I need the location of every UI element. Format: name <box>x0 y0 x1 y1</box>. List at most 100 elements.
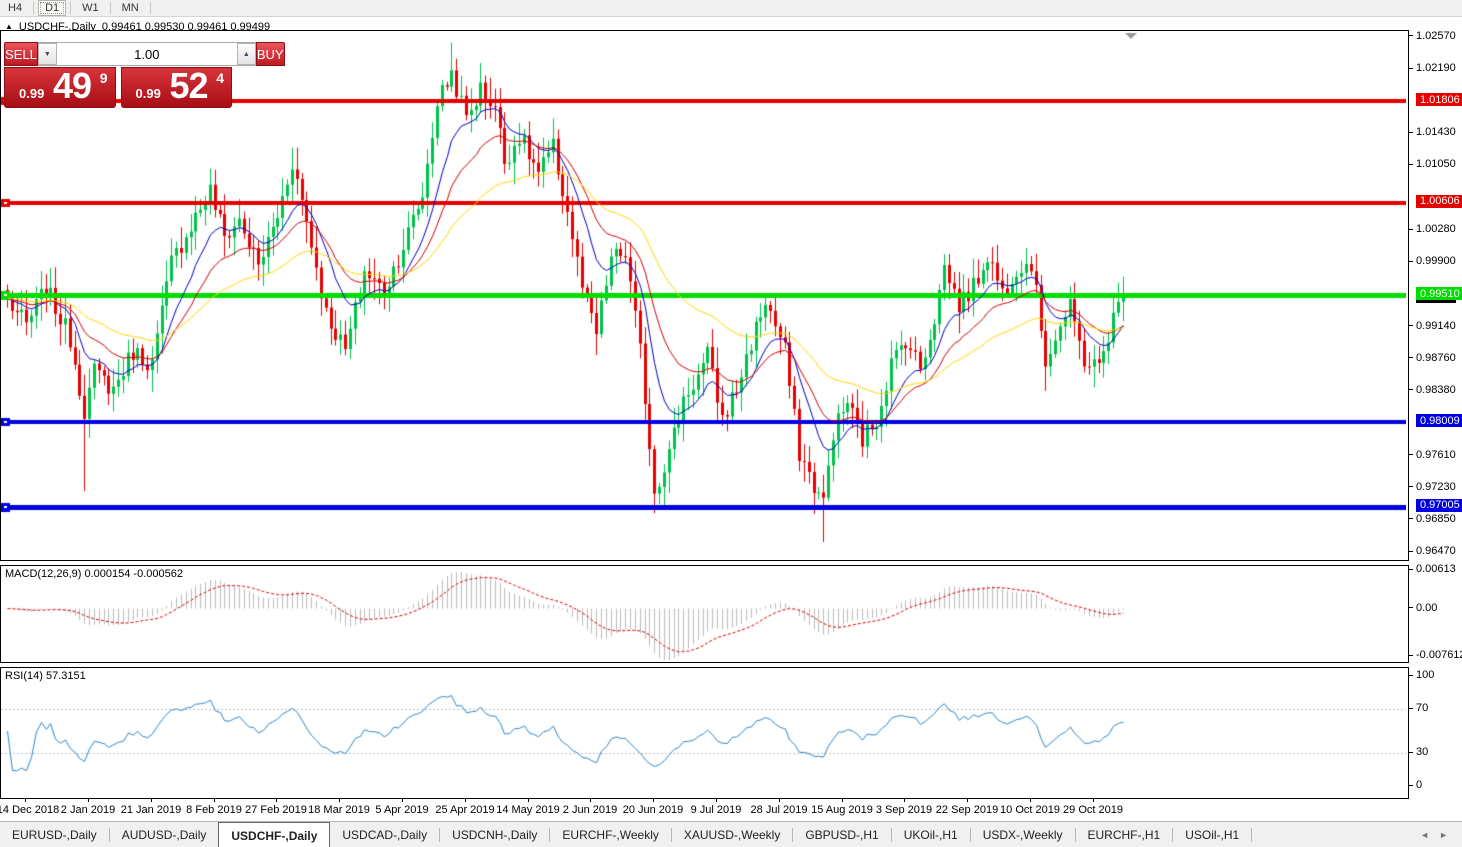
date-tick-mark <box>779 799 780 802</box>
tab-audusd-daily[interactable]: AUDUSD-,Daily <box>110 822 219 847</box>
date-tick-label: 14 Dec 2018 <box>0 804 60 816</box>
timeframe-button-mn[interactable]: MN <box>115 0 146 16</box>
level-price-badge: 1.00606 <box>1416 194 1462 208</box>
date-tick-label: 8 Feb 2019 <box>186 804 242 816</box>
date-tick-mark <box>402 799 403 802</box>
macd-tick-label: -0.007612 <box>1409 649 1462 661</box>
price-tick-label: 1.00280 <box>1409 223 1456 235</box>
price-tick-label: 0.97230 <box>1409 481 1456 493</box>
chart-window: ▲ USDCHF-,Daily 0.99461 0.99530 0.99461 … <box>0 17 1462 821</box>
chart-tab-bar: EURUSD-,Daily AUDUSD-,Daily USDCHF-,Daily U… <box>0 821 1462 847</box>
tab-usoil-h1[interactable]: USOil-,H1 <box>1173 822 1251 847</box>
axis-tick-mark <box>1409 607 1413 609</box>
date-tick-mark <box>653 799 654 802</box>
axis-tick-mark <box>1409 654 1413 656</box>
date-tick-label: 14 May 2019 <box>496 804 560 816</box>
timeframe-button-w1[interactable]: W1 <box>75 0 106 16</box>
axis-tick-mark <box>1409 707 1413 709</box>
rsi-chart[interactable] <box>1 668 1406 796</box>
price-chart-pane[interactable] <box>0 30 1409 561</box>
tab-eurchf-h1[interactable]: EURCHF-,H1 <box>1076 822 1173 847</box>
tab-usdx-weekly[interactable]: USDX-,Weekly <box>971 822 1075 847</box>
sell-button[interactable]: SELL <box>4 42 38 66</box>
sell-quote-button[interactable]: 0.99 49 9 <box>4 65 116 108</box>
buy-button[interactable]: BUY <box>255 42 285 66</box>
buy-price-pip: 4 <box>216 70 224 86</box>
axis-tick-mark <box>1409 751 1413 753</box>
date-tick-mark <box>967 799 968 802</box>
macd-chart[interactable] <box>1 566 1406 660</box>
level-price-badge: 0.98009 <box>1416 414 1462 428</box>
axis-tick-mark <box>1409 550 1413 552</box>
date-tick-mark <box>25 799 26 802</box>
date-tick-label: 20 Jun 2019 <box>622 804 684 816</box>
date-tick-mark <box>465 799 466 802</box>
date-tick-label: 2 Jun 2019 <box>562 804 618 816</box>
axis-tick-mark <box>1409 518 1413 520</box>
rsi-tick-label: 70 <box>1409 702 1428 714</box>
buy-price-prefix: 0.99 <box>135 86 161 101</box>
price-tick-label: 1.02190 <box>1409 62 1456 74</box>
date-tick-mark <box>276 799 277 802</box>
tab-gbpusd-h1[interactable]: GBPUSD-,H1 <box>793 822 890 847</box>
tab-usdchf-daily[interactable]: USDCHF-,Daily <box>218 822 331 847</box>
tab-usdcnh-daily[interactable]: USDCNH-,Daily <box>440 822 549 847</box>
tab-ukoil-h1[interactable]: UKOil-,H1 <box>892 822 970 847</box>
axis-tick-mark <box>1409 163 1413 165</box>
sell-price-big: 49 <box>53 65 92 106</box>
rsi-tick-label: 0 <box>1409 779 1422 791</box>
axis-tick-mark <box>1409 260 1413 262</box>
tab-usdcad-daily[interactable]: USDCAD-,Daily <box>330 822 439 847</box>
date-tick-label: 22 Sep 2019 <box>935 804 999 816</box>
date-tick-label: 21 Jan 2019 <box>120 804 182 816</box>
date-tick-label: 27 Feb 2019 <box>245 804 307 816</box>
volume-increase-icon[interactable]: ▲ <box>236 43 256 65</box>
toolbar-separator <box>109 2 111 14</box>
axis-tick-mark <box>1409 389 1413 391</box>
volume-input[interactable] <box>56 43 237 65</box>
date-tick-label: 2 Jan 2019 <box>60 804 116 816</box>
toolbar-separator <box>33 2 35 14</box>
volume-decrease-icon[interactable]: ▼ <box>37 43 57 65</box>
rsi-tick-label: 100 <box>1409 669 1434 681</box>
date-tick-label: 28 Jul 2019 <box>750 804 808 816</box>
tab-xauusd-weekly[interactable]: XAUUSD-,Weekly <box>672 822 792 847</box>
rsi-tick-label: 30 <box>1409 746 1428 758</box>
date-tick-mark <box>842 799 843 802</box>
tab-scroll-left-icon[interactable]: ◄ <box>1420 830 1429 840</box>
price-tick-label: 0.99140 <box>1409 320 1456 332</box>
price-tick-label: 0.98380 <box>1409 384 1456 396</box>
macd-tick-label: 0.00613 <box>1409 563 1456 575</box>
tab-separator <box>1251 828 1253 842</box>
buy-quote-button[interactable]: 0.99 52 4 <box>120 65 232 108</box>
price-tick-label: 0.98760 <box>1409 352 1456 364</box>
candlestick-chart[interactable] <box>1 31 1406 558</box>
date-tick-label: 29 Oct 2019 <box>1063 804 1123 816</box>
date-axis: 14 Dec 2018 2 Jan 2019 21 Jan 2019 8 Feb 20… <box>0 799 1408 820</box>
price-tick-label: 0.97610 <box>1409 449 1456 461</box>
timeframe-button-h4[interactable]: H4 <box>1 0 29 16</box>
trading-terminal: H4 D1 W1 MN ▲ USDCHF-,Daily 0.99461 0.99530… <box>0 0 1462 847</box>
date-tick-label: 25 Apr 2019 <box>435 804 495 816</box>
toolbar-separator <box>149 2 151 14</box>
toolbar-separator <box>70 2 72 14</box>
tab-eurchf-weekly[interactable]: EURCHF-,Weekly <box>550 822 670 847</box>
date-tick-label: 5 Apr 2019 <box>375 804 429 816</box>
tab-scroll-right-icon[interactable]: ► <box>1439 830 1448 840</box>
timeframe-toolbar: H4 D1 W1 MN <box>0 0 1462 17</box>
macd-tick-label: 0.00 <box>1409 602 1437 614</box>
axis-tick-mark <box>1409 784 1413 786</box>
date-tick-label: 18 Mar 2019 <box>308 804 370 816</box>
axis-tick-mark <box>1409 357 1413 359</box>
rsi-indicator-pane[interactable]: RSI(14) 57.3151 <box>0 667 1409 799</box>
tab-eurusd-daily[interactable]: EURUSD-,Daily <box>0 822 109 847</box>
macd-indicator-pane[interactable]: MACD(12,26,9) 0.000154 -0.000562 <box>0 565 1409 663</box>
price-tick-label: 1.01050 <box>1409 158 1456 170</box>
date-tick-mark <box>339 799 340 802</box>
price-axis: 1.02570 1.02190 1.01430 1.01050 1.00280 0.999… <box>1409 17 1462 821</box>
timeframe-button-d1[interactable]: D1 <box>38 0 67 16</box>
date-tick-mark <box>151 799 152 802</box>
price-tick-label: 0.96470 <box>1409 545 1456 557</box>
axis-tick-mark <box>1409 325 1413 327</box>
date-tick-mark <box>88 799 89 802</box>
